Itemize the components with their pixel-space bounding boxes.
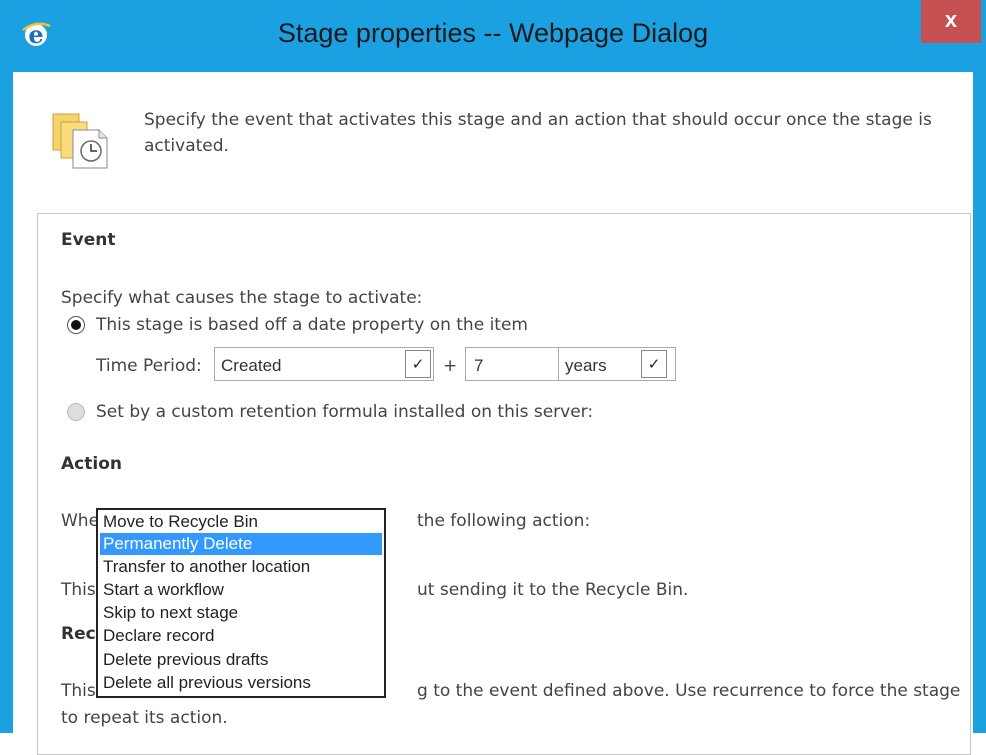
event-prompt: Specify what causes the stage to activat… [61,288,423,308]
action-option-declare-record[interactable]: Declare record [100,625,382,647]
action-option-skip-to-next-stage[interactable]: Skip to next stage [100,602,382,624]
period-unit-select[interactable]: years ✓ [558,347,676,381]
action-option-start-workflow[interactable]: Start a workflow [100,579,382,601]
title-bar[interactable]: e Stage properties -- Webpage Dialog x [0,0,986,72]
time-period-label: Time Period: [96,356,202,376]
recurrence-text-suffix: g to the event defined above. Use recurr… [417,681,961,701]
recurrence-text: This [61,681,96,701]
action-option-delete-all-previous-versions[interactable]: Delete all previous versions [100,672,382,694]
close-button[interactable]: x [921,0,981,43]
frame-border-right [973,72,986,733]
stage-schedule-icon [52,113,108,169]
dialog-window: e Stage properties -- Webpage Dialog x S… [0,0,986,755]
action-option-transfer[interactable]: Transfer to another location [100,556,382,578]
date-property-select[interactable]: Created ✓ [214,347,434,381]
action-option-permanently-delete[interactable]: Permanently Delete [100,533,382,555]
date-property-value: Created [221,356,282,375]
chevron-down-icon[interactable]: ✓ [641,350,667,378]
radio-date-property[interactable] [67,316,85,334]
chevron-down-icon[interactable]: ✓ [405,350,431,378]
period-unit-value: years [565,356,607,375]
radio-custom-formula[interactable] [67,403,85,421]
recurrence-heading: Rec [61,624,96,644]
action-option-move-to-recycle-bin[interactable]: Move to Recycle Bin [100,511,382,533]
intro-text: Specify the event that activates this st… [144,110,932,156]
action-when-text-suffix: the following action: [417,511,591,531]
event-heading: Event [61,230,116,250]
action-description: This [61,580,96,600]
action-heading: Action [61,454,122,474]
action-when-text: Whe [61,511,100,531]
action-option-delete-previous-drafts[interactable]: Delete previous drafts [100,649,382,671]
action-description-suffix: ut sending it to the Recycle Bin. [417,580,689,600]
period-amount-value: 7 [474,356,484,375]
radio-date-property-label: This stage is based off a date property … [96,315,528,335]
window-title: Stage properties -- Webpage Dialog [277,18,709,48]
recurrence-text-line2: to repeat its action. [61,708,228,728]
radio-custom-formula-label: Set by a custom retention formula instal… [96,402,594,422]
action-dropdown-list[interactable]: Move to Recycle Bin Permanently Delete T… [96,508,386,698]
dialog-content: Specify the event that activates this st… [13,72,973,755]
plus-sign: + [443,356,458,376]
frame-border-left [0,72,13,733]
